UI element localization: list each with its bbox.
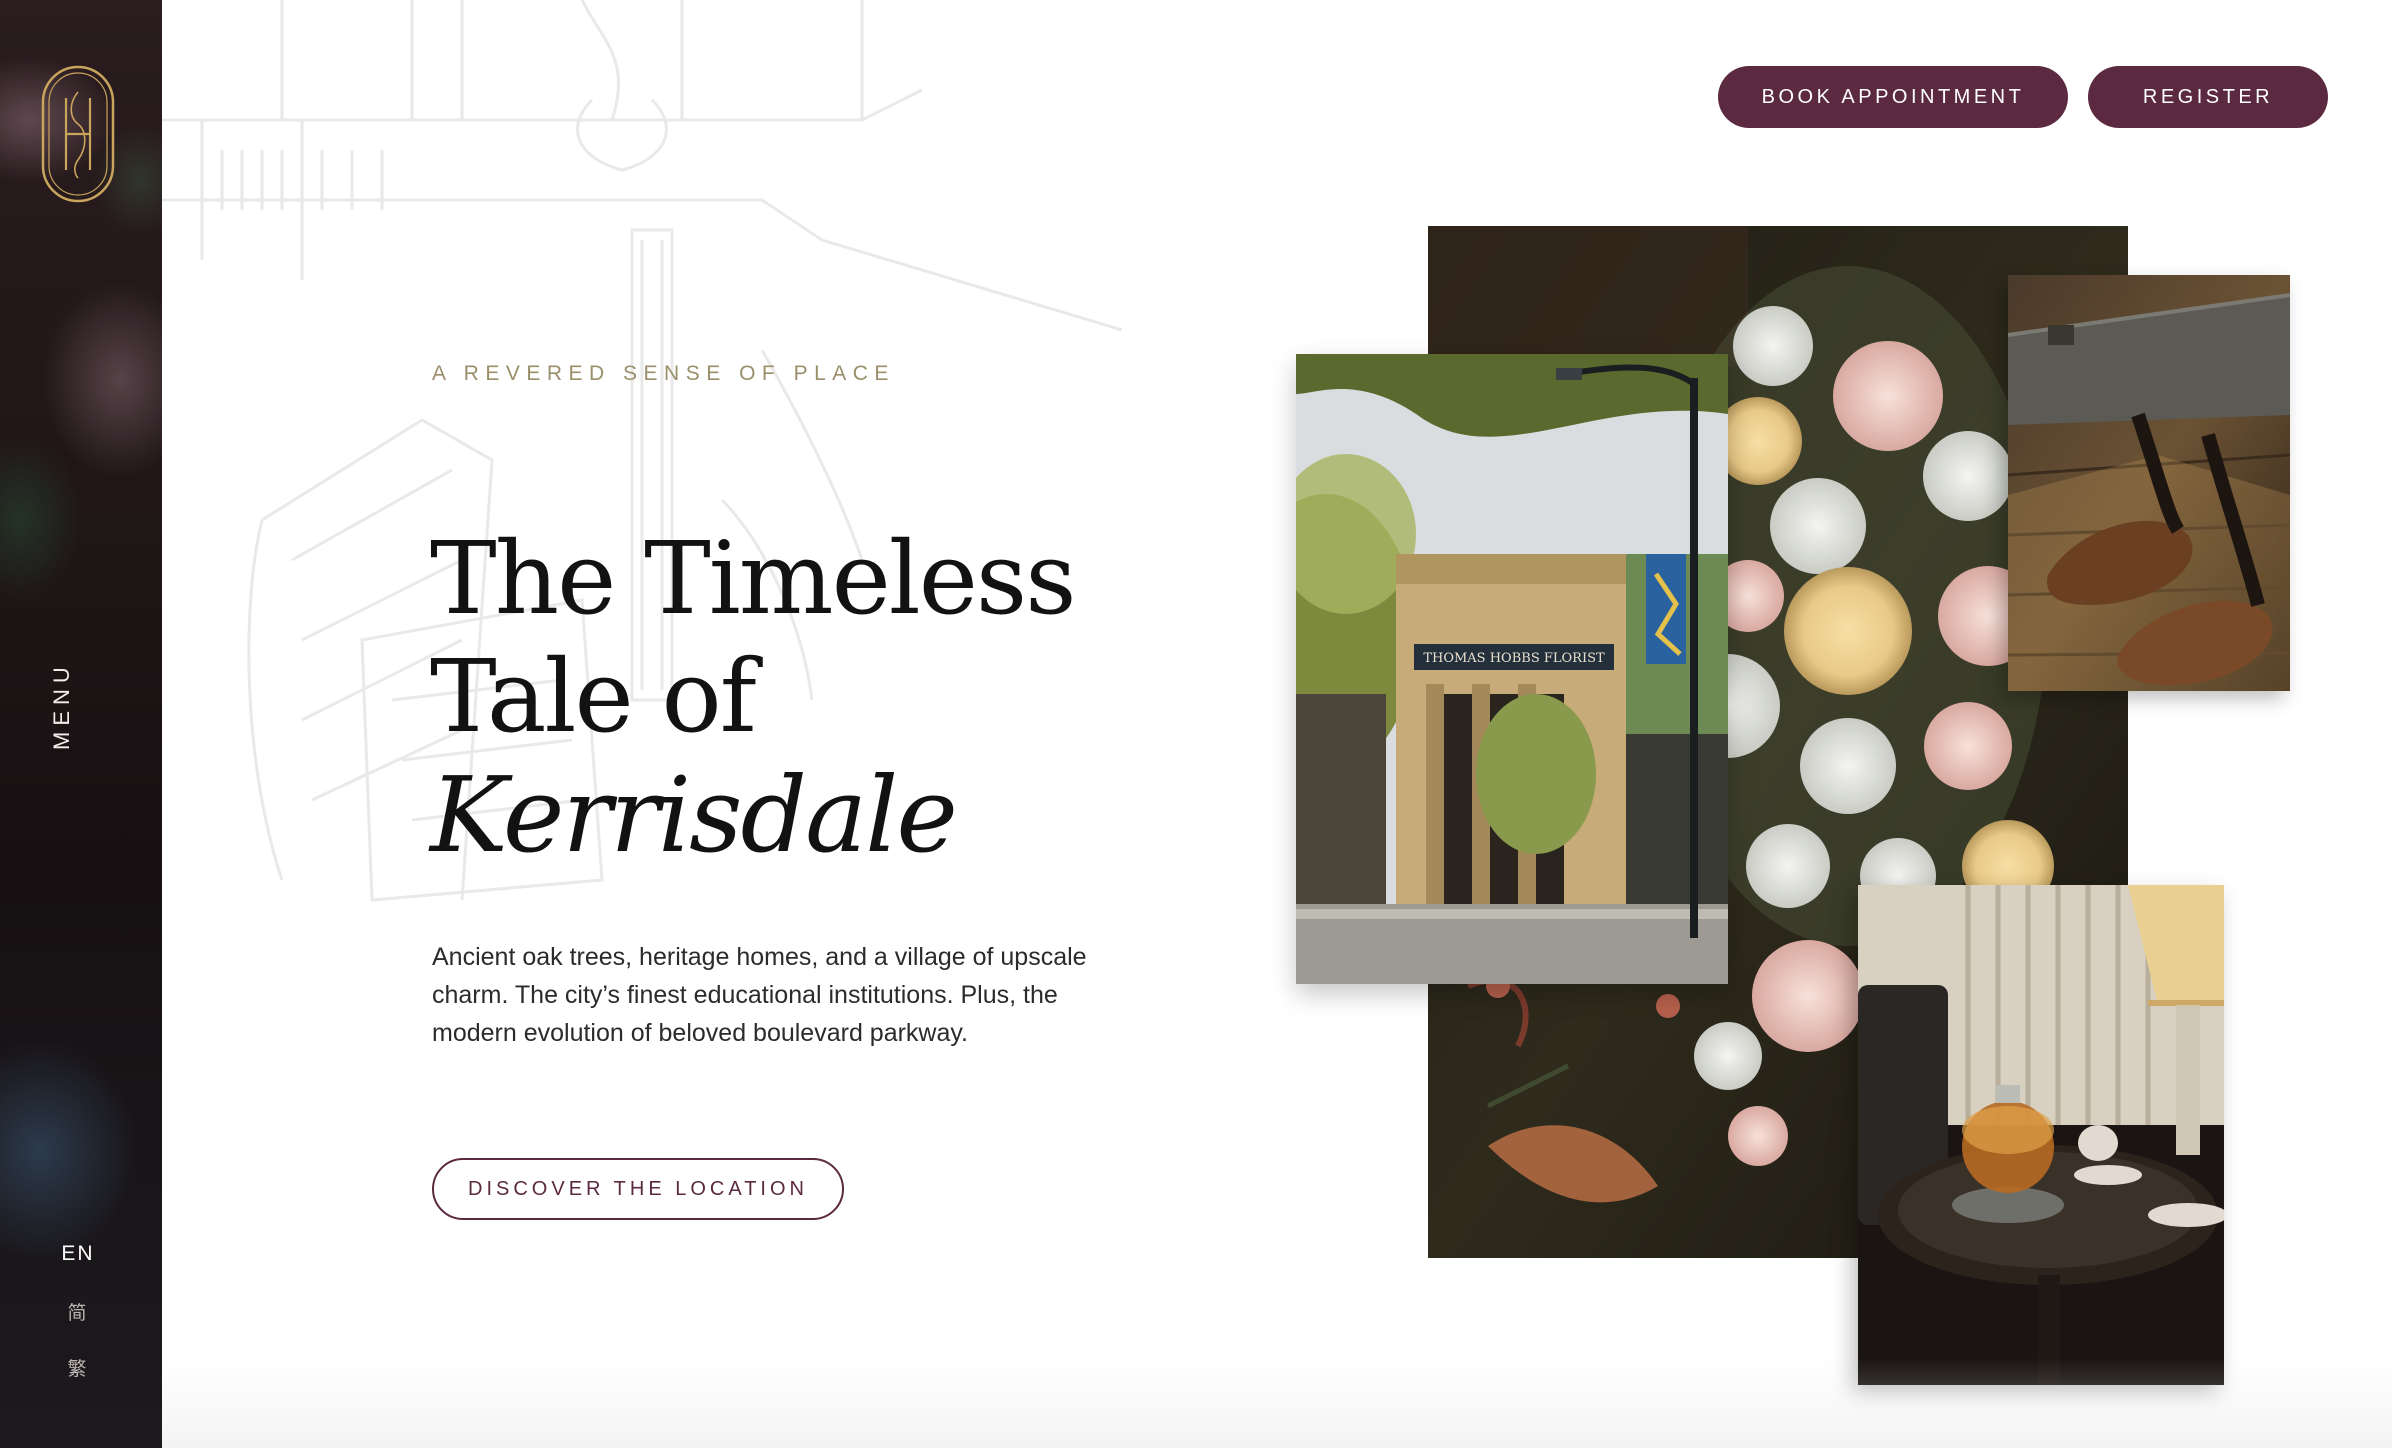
hero-body-text: Ancient oak trees, heritage homes, and a… (432, 943, 1087, 1047)
language-traditional-chinese[interactable]: 繁 (0, 1354, 156, 1381)
menu-button[interactable]: MENU (49, 661, 75, 750)
sidebar: MENU EN 简 繁 (0, 0, 162, 1448)
register-button[interactable]: REGISTER (2088, 66, 2328, 128)
storefront-street-photo: THOMAS HOBBS FLORIST (1296, 354, 1728, 984)
language-simplified-chinese[interactable]: 简 (0, 1298, 156, 1325)
headline-line-3: Kerrisdale (430, 754, 958, 876)
headline-line-1: The Timeless (430, 520, 1077, 637)
hero-headline: The Timeless Tale of Kerrisdale (430, 520, 1077, 876)
language-en[interactable]: EN (0, 1242, 156, 1266)
discover-location-button[interactable]: DISCOVER THE LOCATION (432, 1158, 844, 1220)
headline-line-2: Tale of (430, 638, 757, 755)
storefront-sign-text: THOMAS HOBBS FLORIST (1423, 651, 1605, 666)
teapot-table-photo (1858, 885, 2224, 1385)
leather-shoes-photo (2008, 275, 2290, 691)
footer-fade (162, 1358, 2392, 1448)
hero-eyebrow: A REVERED SENSE OF PLACE (432, 362, 895, 385)
book-appointment-button[interactable]: BOOK APPOINTMENT (1718, 66, 2068, 128)
brand-logo-icon[interactable] (40, 64, 116, 204)
